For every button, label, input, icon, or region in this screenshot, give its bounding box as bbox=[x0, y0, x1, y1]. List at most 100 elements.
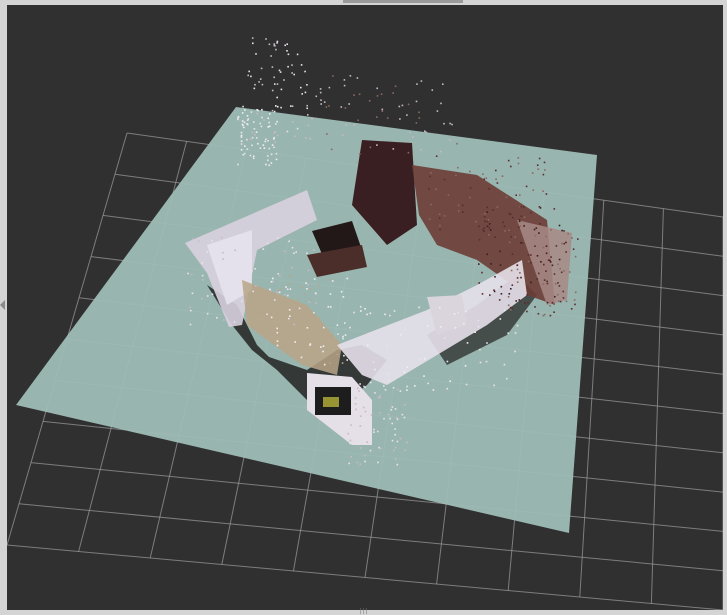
cloud-point bbox=[347, 425, 349, 427]
cloud-point bbox=[495, 178, 497, 180]
cloud-point bbox=[284, 44, 286, 47]
cloud-point bbox=[392, 387, 395, 389]
cloud-point bbox=[253, 128, 256, 130]
cloud-point bbox=[274, 141, 277, 143]
cloud-point bbox=[391, 439, 394, 442]
cloud-point bbox=[253, 87, 256, 90]
cloud-point bbox=[573, 299, 576, 301]
cloud-point bbox=[364, 386, 366, 388]
cloud-point bbox=[327, 306, 330, 308]
cloud-point bbox=[292, 121, 294, 123]
cloud-point bbox=[447, 194, 450, 196]
cloud-point bbox=[344, 322, 346, 324]
cloud-point bbox=[567, 232, 569, 235]
cloud-point bbox=[489, 294, 491, 296]
cloud-point bbox=[514, 236, 517, 238]
3d-viewport[interactable] bbox=[7, 5, 723, 610]
cloud-point bbox=[261, 108, 263, 111]
cloud-point bbox=[252, 157, 255, 160]
cloud-point bbox=[191, 292, 194, 295]
cloud-point bbox=[486, 342, 488, 344]
cloud-point bbox=[503, 309, 506, 312]
cloud-point bbox=[255, 53, 257, 55]
cloud-point bbox=[368, 427, 370, 430]
cloud-point bbox=[443, 122, 445, 125]
cloud-point bbox=[240, 149, 243, 151]
cloud-point bbox=[306, 327, 309, 329]
cloud-point bbox=[530, 281, 532, 284]
cloud-point bbox=[271, 144, 274, 146]
cloud-point bbox=[306, 288, 308, 290]
bottom-splitter-handle[interactable]: ||| bbox=[357, 609, 371, 615]
cloud-point bbox=[257, 143, 259, 145]
cloud-point bbox=[252, 155, 255, 158]
cloud-point bbox=[234, 249, 236, 252]
cloud-point bbox=[341, 362, 344, 364]
cloud-point bbox=[246, 148, 249, 150]
cloud-point bbox=[539, 223, 541, 225]
cloud-point bbox=[558, 300, 560, 303]
cloud-point bbox=[546, 301, 549, 304]
cloud-point bbox=[549, 305, 551, 307]
3d-scene-canvas[interactable] bbox=[7, 5, 723, 610]
cloud-point bbox=[466, 342, 469, 344]
cloud-point bbox=[565, 300, 568, 303]
cloud-point bbox=[294, 341, 296, 343]
cloud-point bbox=[403, 403, 406, 406]
cloud-point bbox=[503, 363, 506, 366]
cloud-point bbox=[274, 333, 276, 335]
cloud-point bbox=[268, 43, 271, 46]
cloud-point bbox=[288, 240, 290, 243]
left-panel-collapse-handle[interactable] bbox=[0, 300, 5, 310]
cloud-point bbox=[288, 317, 290, 320]
cloud-point bbox=[280, 106, 282, 109]
cloud-point bbox=[370, 414, 373, 416]
cloud-point bbox=[449, 380, 451, 382]
cloud-point bbox=[273, 110, 276, 113]
cloud-point bbox=[376, 116, 378, 118]
cloud-point bbox=[329, 306, 332, 308]
cloud-point bbox=[273, 146, 275, 149]
cloud-point bbox=[357, 119, 359, 122]
cloud-point bbox=[320, 99, 322, 101]
cloud-point bbox=[558, 258, 561, 261]
cloud-point bbox=[406, 114, 408, 116]
cloud-point bbox=[443, 215, 446, 217]
cloud-point bbox=[318, 317, 320, 319]
cloud-point bbox=[369, 381, 372, 384]
cloud-point bbox=[243, 121, 246, 124]
cloud-point bbox=[494, 276, 496, 278]
cloud-point bbox=[265, 138, 267, 141]
cloud-point bbox=[235, 281, 238, 283]
cloud-point bbox=[550, 229, 552, 231]
cloud-point bbox=[504, 230, 506, 232]
cloud-point bbox=[349, 75, 352, 77]
cloud-point bbox=[331, 280, 334, 282]
cloud-point bbox=[508, 293, 511, 295]
cloud-point bbox=[436, 110, 439, 112]
cloud-point bbox=[284, 293, 286, 296]
cloud-point bbox=[560, 271, 563, 274]
cloud-point bbox=[561, 242, 563, 245]
cloud-point bbox=[360, 310, 362, 312]
top-panel-tab[interactable] bbox=[343, 0, 463, 3]
cloud-point bbox=[305, 137, 307, 139]
cloud-point bbox=[237, 117, 239, 119]
cloud-point bbox=[221, 236, 223, 239]
cloud-point bbox=[266, 242, 269, 245]
cloud-point bbox=[389, 314, 391, 317]
cloud-point bbox=[542, 246, 545, 249]
cloud-point bbox=[343, 79, 346, 81]
cloud-point bbox=[424, 130, 426, 132]
cloud-point bbox=[322, 326, 325, 329]
cloud-point bbox=[577, 238, 579, 240]
cloud-point bbox=[348, 103, 350, 105]
cloud-point bbox=[307, 114, 309, 116]
cloud-point bbox=[216, 317, 218, 319]
cloud-point bbox=[536, 255, 539, 257]
cloud-point bbox=[359, 415, 362, 417]
cloud-point bbox=[396, 416, 398, 419]
cloud-point bbox=[233, 321, 236, 323]
cloud-point bbox=[558, 285, 561, 287]
cloud-point bbox=[507, 296, 510, 298]
